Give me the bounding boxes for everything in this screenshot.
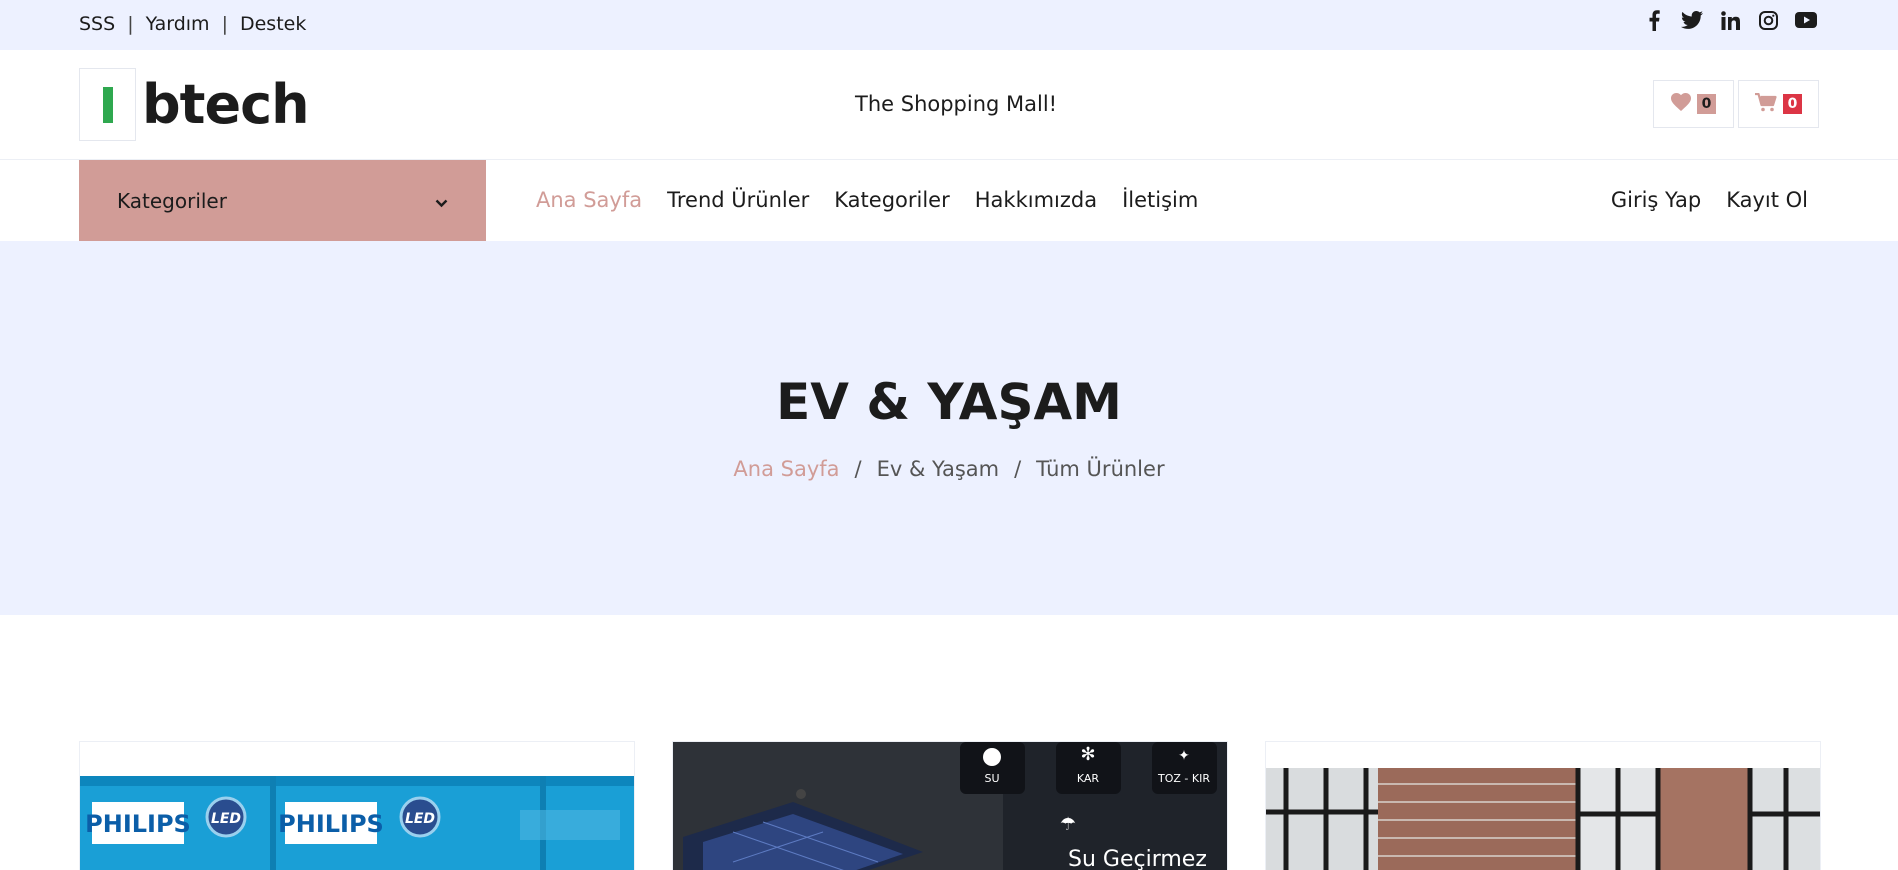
product-image — [1266, 742, 1820, 870]
auth-links: Giriş Yap Kayıt Ol — [1611, 188, 1808, 212]
breadcrumb: Ana Sayfa / Ev & Yaşam / Tüm Ürünler — [0, 457, 1898, 481]
faq-link[interactable]: SSS — [79, 13, 115, 35]
categories-dropdown[interactable]: Kategoriler — [79, 160, 486, 241]
cart-count: 0 — [1782, 94, 1803, 114]
product-card[interactable] — [1265, 741, 1821, 870]
facebook-icon[interactable] — [1642, 9, 1666, 31]
top-bar: SSS | Yardım | Destek — [0, 0, 1898, 50]
feature-text: KAR — [1077, 772, 1100, 785]
svg-text:✻: ✻ — [1080, 744, 1095, 765]
site-logo[interactable]: btech — [79, 68, 310, 141]
nav-item-contact[interactable]: İletişim — [1122, 188, 1198, 212]
twitter-icon[interactable] — [1680, 9, 1704, 31]
chevron-down-icon — [435, 189, 448, 213]
separator: | — [221, 13, 228, 35]
linkedin-icon[interactable] — [1718, 9, 1742, 31]
brand-text: PHILIPS — [278, 810, 384, 838]
logo-text: btech — [142, 73, 310, 136]
nav-item-about[interactable]: Hakkımızda — [975, 188, 1097, 212]
nav-item-trending[interactable]: Trend Ürünler — [667, 188, 809, 212]
breadcrumb-home[interactable]: Ana Sayfa — [733, 457, 839, 481]
social-links — [1642, 9, 1818, 31]
site-header: btech The Shopping Mall! 0 0 — [0, 50, 1898, 160]
page-title: EV & YAŞAM — [776, 373, 1122, 431]
feature-text: SU — [984, 772, 999, 785]
svg-text:☂: ☂ — [1060, 814, 1076, 835]
support-link[interactable]: Destek — [240, 13, 306, 35]
login-link[interactable]: Giriş Yap — [1611, 188, 1701, 212]
product-image: SU ✻ KAR ✦ TOZ - KIR ☂ Su Geçirmez — [673, 742, 1227, 870]
cart-icon — [1754, 92, 1777, 116]
logo-mark — [79, 68, 136, 141]
wishlist-button[interactable]: 0 — [1653, 80, 1734, 128]
register-link[interactable]: Kayıt Ol — [1726, 188, 1808, 212]
page-header: EV & YAŞAM Ana Sayfa / Ev & Yaşam / Tüm Ürün… — [0, 241, 1898, 615]
help-link[interactable]: Yardım — [146, 13, 210, 35]
brand-text: PHILIPS — [85, 810, 191, 838]
svg-text:✦: ✦ — [1178, 748, 1190, 764]
product-image: PHILIPS PHILIPS LED LED — [80, 742, 634, 870]
top-links: SSS | Yardım | Destek — [79, 13, 306, 35]
categories-label: Kategoriler — [117, 188, 227, 213]
breadcrumb-separator: / — [854, 457, 862, 481]
product-card[interactable]: PHILIPS PHILIPS LED LED — [79, 741, 635, 870]
led-text: LED — [211, 811, 241, 827]
breadcrumb-current: Tüm Ürünler — [1036, 457, 1165, 481]
instagram-icon[interactable] — [1756, 9, 1780, 31]
breadcrumb-category[interactable]: Ev & Yaşam — [877, 457, 1000, 481]
product-feature-text: Su Geçirmez — [1068, 847, 1207, 870]
nav-item-home[interactable]: Ana Sayfa — [536, 188, 642, 212]
feature-text: TOZ - KIR — [1157, 772, 1210, 785]
nav-menu: Ana Sayfa Trend Ürünler Kategoriler Hakk… — [536, 188, 1198, 212]
heart-icon — [1670, 93, 1691, 115]
tagline: The Shopping Mall! — [855, 92, 1058, 116]
cart-button[interactable]: 0 — [1738, 80, 1819, 128]
product-card[interactable]: SU ✻ KAR ✦ TOZ - KIR ☂ Su Geçirmez — [672, 741, 1228, 870]
main-nav: Kategoriler Ana Sayfa Trend Ürünler Kate… — [0, 160, 1898, 241]
wishlist-count: 0 — [1696, 94, 1717, 114]
led-text: LED — [405, 811, 435, 827]
youtube-icon[interactable] — [1794, 9, 1818, 31]
separator: | — [127, 13, 134, 35]
breadcrumb-separator: / — [1014, 457, 1022, 481]
nav-item-categories[interactable]: Kategoriler — [834, 188, 949, 212]
